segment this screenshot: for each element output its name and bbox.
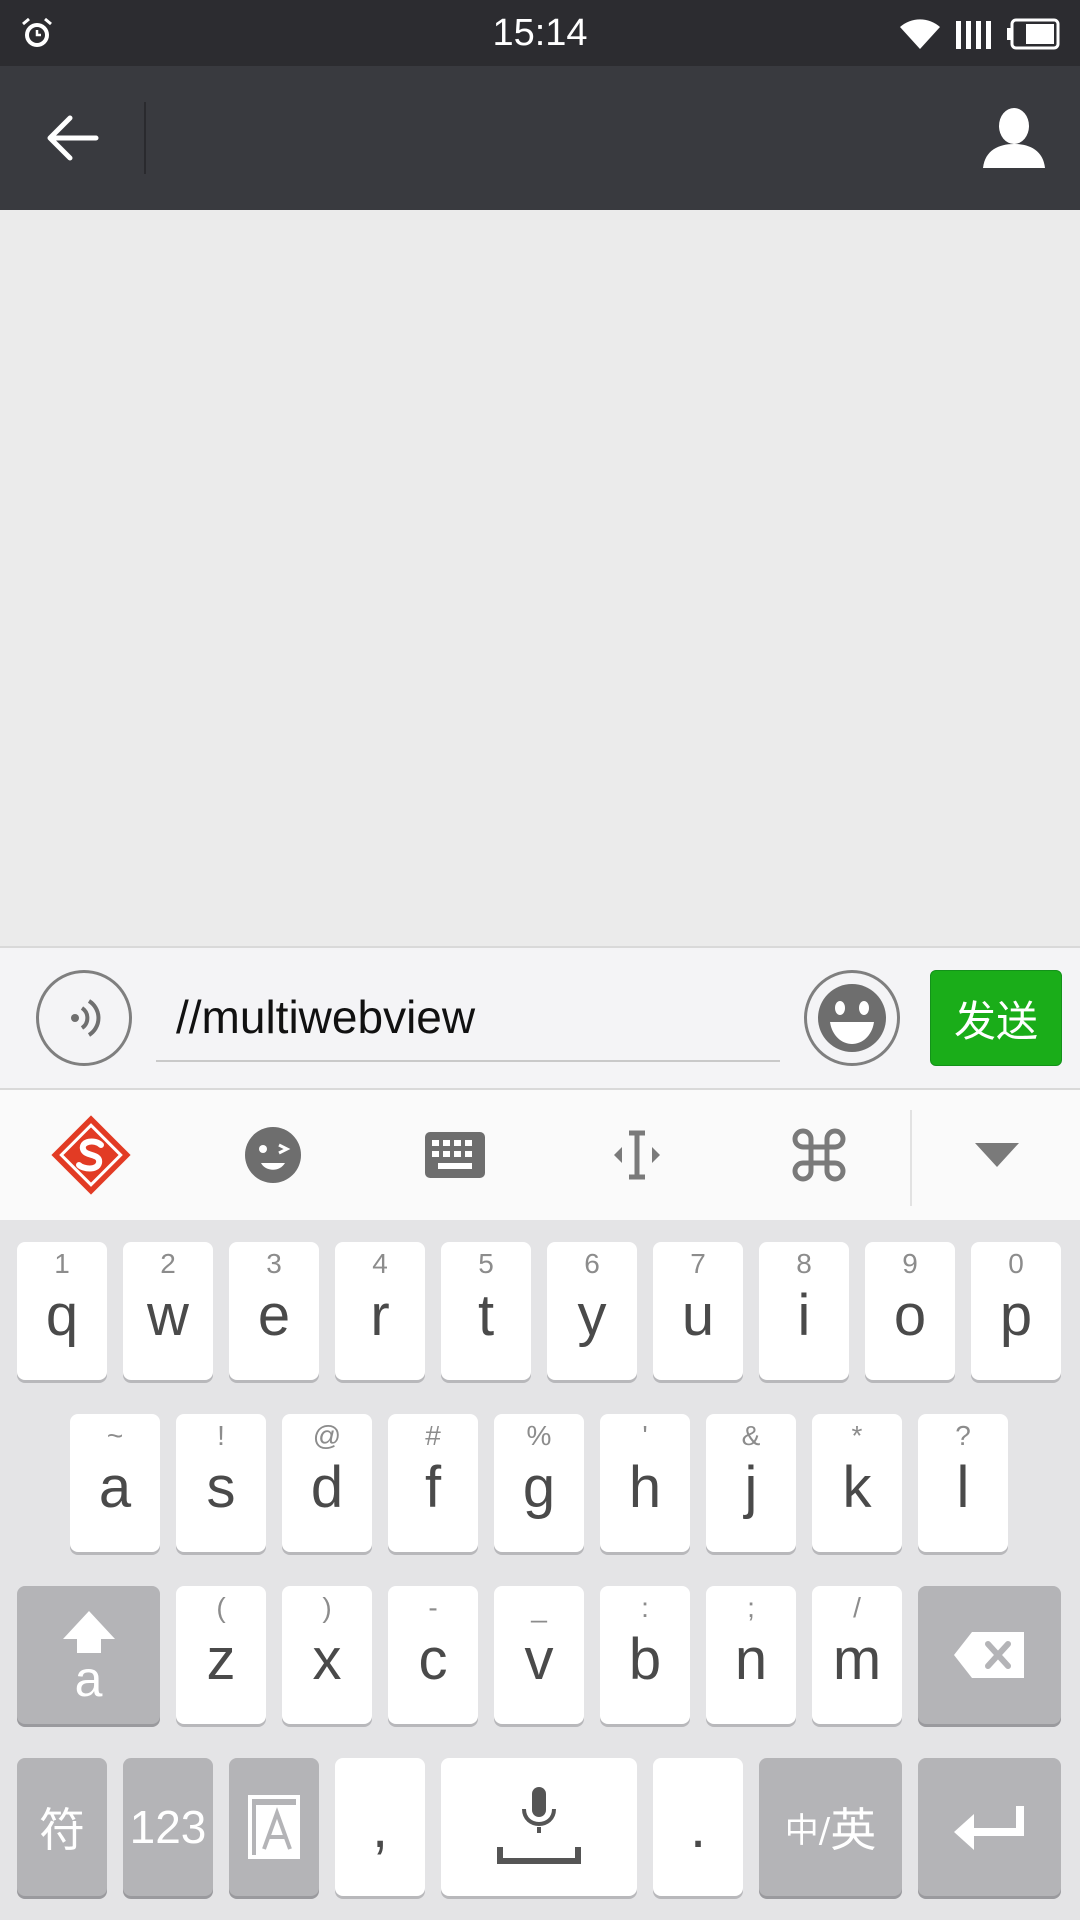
keyboard-icon bbox=[425, 1132, 485, 1178]
message-input-bar: 发送 bbox=[0, 946, 1080, 1090]
period-key[interactable]: . bbox=[653, 1758, 743, 1896]
key-i[interactable]: 8 i bbox=[759, 1242, 849, 1380]
key-x[interactable]: ) x bbox=[282, 1586, 372, 1724]
shift-key[interactable]: a bbox=[17, 1586, 160, 1724]
key-l[interactable]: ? l bbox=[918, 1414, 1008, 1552]
toolbar-divider bbox=[910, 1110, 912, 1206]
status-bar: 15:14 bbox=[0, 0, 1080, 66]
hide-keyboard-button[interactable] bbox=[952, 1110, 1042, 1200]
text-cursor-icon bbox=[614, 1130, 660, 1180]
message-input[interactable] bbox=[156, 974, 780, 1062]
keyboard-toolbar bbox=[0, 1090, 1080, 1220]
sogou-logo-button[interactable] bbox=[46, 1110, 136, 1200]
wifi-icon bbox=[900, 19, 940, 49]
key-k[interactable]: * k bbox=[812, 1414, 902, 1552]
backspace-key[interactable] bbox=[918, 1586, 1061, 1724]
key-m[interactable]: / m bbox=[812, 1586, 902, 1724]
key-v[interactable]: _ v bbox=[494, 1586, 584, 1724]
key-z[interactable]: ( z bbox=[176, 1586, 266, 1724]
enter-key[interactable] bbox=[918, 1758, 1061, 1896]
backspace-icon bbox=[953, 1632, 1024, 1678]
key-p[interactable]: 0 p bbox=[971, 1242, 1061, 1380]
microphone-icon bbox=[497, 1787, 581, 1864]
send-button[interactable]: 发送 bbox=[930, 970, 1062, 1066]
chat-info-button[interactable] bbox=[972, 96, 1056, 180]
language-switch-key[interactable]: 中/ 英 bbox=[759, 1758, 902, 1896]
shift-key-label: a bbox=[74, 1651, 103, 1707]
comma-key-label: , bbox=[371, 1794, 389, 1860]
comma-key[interactable]: , bbox=[335, 1758, 425, 1896]
key-a[interactable]: ~ a bbox=[70, 1414, 160, 1552]
chat-header bbox=[0, 66, 1080, 210]
period-key-label: . bbox=[689, 1794, 707, 1860]
key-n[interactable]: ; n bbox=[706, 1586, 796, 1724]
sogou-logo-icon bbox=[51, 1115, 131, 1195]
person-icon bbox=[983, 108, 1045, 168]
triangle-down-icon bbox=[975, 1143, 1019, 1167]
command-icon bbox=[792, 1128, 846, 1182]
keyboard-switch-button[interactable] bbox=[410, 1110, 500, 1200]
wink-face-icon bbox=[245, 1127, 301, 1183]
key-w[interactable]: 2 w bbox=[123, 1242, 213, 1380]
key-b[interactable]: : b bbox=[600, 1586, 690, 1724]
key-g[interactable]: % g bbox=[494, 1414, 584, 1552]
emoji-button[interactable] bbox=[804, 970, 900, 1066]
space-key[interactable] bbox=[441, 1758, 637, 1896]
numbers-key-label: 123 bbox=[129, 1801, 207, 1853]
key-q[interactable]: 1 q bbox=[17, 1242, 107, 1380]
back-arrow-icon bbox=[47, 115, 99, 161]
key-e[interactable]: 3 e bbox=[229, 1242, 319, 1380]
command-button[interactable] bbox=[774, 1110, 864, 1200]
key-t[interactable]: 5 t bbox=[441, 1242, 531, 1380]
chat-message-area[interactable] bbox=[0, 210, 1080, 946]
language-en-label: 英 bbox=[830, 1803, 877, 1857]
language-zh-label: 中/ bbox=[784, 1810, 831, 1851]
battery-icon bbox=[1007, 18, 1060, 50]
voice-icon bbox=[71, 999, 101, 1037]
text-edit-key[interactable] bbox=[229, 1758, 319, 1896]
key-u[interactable]: 7 u bbox=[653, 1242, 743, 1380]
key-h[interactable]: ' h bbox=[600, 1414, 690, 1552]
key-s[interactable]: ! s bbox=[176, 1414, 266, 1552]
symbol-key[interactable]: 符 bbox=[17, 1758, 107, 1896]
key-r[interactable]: 4 r bbox=[335, 1242, 425, 1380]
symbol-key-label: 符 bbox=[39, 1803, 85, 1857]
smiley-icon bbox=[818, 984, 886, 1052]
keyboard-emoji-button[interactable] bbox=[228, 1110, 318, 1200]
text-box-icon bbox=[248, 1795, 300, 1859]
key-o[interactable]: 9 o bbox=[865, 1242, 955, 1380]
numbers-key[interactable]: 123 bbox=[123, 1758, 213, 1896]
header-divider bbox=[144, 102, 146, 174]
voice-input-button[interactable] bbox=[36, 970, 132, 1066]
key-d[interactable]: @ d bbox=[282, 1414, 372, 1552]
key-y[interactable]: 6 y bbox=[547, 1242, 637, 1380]
keyboard: 1 q 2 w 3 e 4 r 5 t 6 y 7 u 8 i 9 o 0 p … bbox=[0, 1220, 1080, 1920]
key-c[interactable]: - c bbox=[388, 1586, 478, 1724]
back-button[interactable] bbox=[30, 98, 114, 178]
key-j[interactable]: & j bbox=[706, 1414, 796, 1552]
signal-icon bbox=[956, 21, 991, 49]
key-f[interactable]: # f bbox=[388, 1414, 478, 1552]
enter-arrow-icon bbox=[953, 1806, 1024, 1850]
cursor-move-button[interactable] bbox=[592, 1110, 682, 1200]
